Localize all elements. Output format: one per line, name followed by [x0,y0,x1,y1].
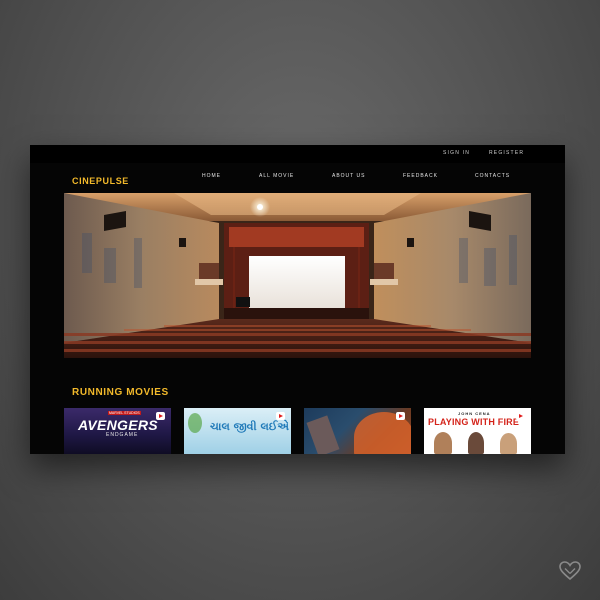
poster-subtitle: ENDGAME [106,432,139,438]
poster-art [500,433,517,454]
poster-title: PLAYING WITH FIRE [428,417,520,427]
nav-all-movie[interactable]: ALL MOVIE [259,173,294,179]
poster-art [468,432,484,454]
play-icon[interactable] [516,412,525,420]
nav-home[interactable]: HOME [202,173,221,179]
sign-in-link[interactable]: SIGN IN [443,150,470,156]
heart-icon [559,561,581,581]
register-link[interactable]: REGISTER [489,150,524,156]
poster-art [434,432,452,454]
nav-about-us[interactable]: ABOUT US [332,173,365,179]
nav-feedback[interactable]: FEEDBACK [403,173,438,179]
website-mockup: SIGN IN REGISTER CINEPULSE HOME ALL MOVI… [30,145,565,454]
running-movies-heading: RUNNING MOVIES [72,387,169,398]
site-logo[interactable]: CINEPULSE [72,176,129,186]
hero-theater-image [64,193,531,358]
movie-card-chaal-jeevi-laiye[interactable]: ચાલ જીવી લઈએ [184,408,291,454]
nav-contacts[interactable]: CONTACTS [475,173,510,179]
poster-badge: MARVEL STUDIOS [108,411,141,415]
play-icon[interactable] [276,412,285,420]
poster-art [306,415,340,454]
movie-card-avengers[interactable]: MARVEL STUDIOS AVENGERS ENDGAME [64,408,171,454]
poster-tagline: JOHN CENA [458,411,491,416]
poster-title: AVENGERS [78,417,158,433]
play-icon[interactable] [396,412,405,420]
poster-title: ચાલ જીવી લઈએ [210,420,289,433]
poster-art [188,413,202,433]
top-bar: SIGN IN REGISTER [30,145,565,163]
movie-card-3[interactable] [304,408,411,454]
movie-card-playing-with-fire[interactable]: JOHN CENA PLAYING WITH FIRE [424,408,531,454]
play-icon[interactable] [156,412,165,420]
